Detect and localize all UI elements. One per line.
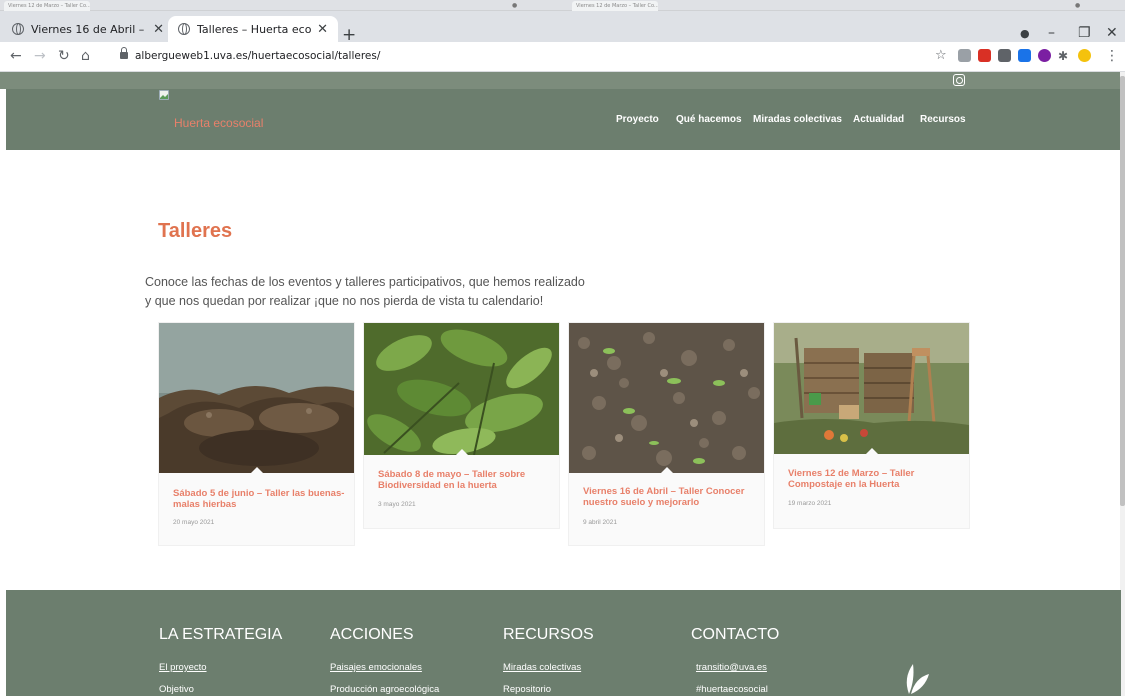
reload-icon[interactable]: ↻ (58, 48, 70, 64)
instagram-icon[interactable] (953, 74, 965, 86)
puzzle-icon[interactable]: ✱ (1058, 49, 1068, 63)
post-card[interactable]: Viernes 12 de Marzo – Taller Compostaje … (774, 323, 969, 528)
address-bar[interactable]: albergueweb1.uva.es/huertaecosocial/tall… (104, 46, 920, 68)
post-title-link[interactable]: Viernes 16 de Abril – Taller Conocer nue… (583, 486, 758, 508)
footer-hashtag: #huertaecosocial (696, 684, 768, 695)
footer-heading: RECURSOS (503, 626, 594, 643)
post-date: 20 mayo 2021 (173, 519, 215, 526)
card-notch (251, 467, 263, 473)
background-window-strip: Viernes 12 de Marzo – Taller Co... Viern… (0, 0, 1125, 11)
post-date: 3 mayo 2021 (378, 501, 416, 508)
nav-item-que-hacemos[interactable]: Qué hacemos (676, 114, 742, 125)
site-brand-link[interactable]: Huerta ecosocial (174, 116, 263, 130)
seedlings-photo[interactable] (569, 323, 764, 473)
footer-heading: CONTACTO (691, 626, 780, 643)
home-icon[interactable]: ⌂ (81, 48, 90, 64)
globe-icon (12, 23, 24, 35)
card-notch (661, 467, 673, 473)
globe-icon (178, 23, 190, 35)
site-top-strip (0, 72, 1125, 89)
site-footer: LA ESTRATEGIA El proyecto Objetivo ACCIO… (6, 590, 1121, 696)
lock-icon (120, 47, 128, 59)
nettle-leaves-photo[interactable] (364, 323, 559, 455)
intro-text: y que nos quedan por realizar ¡que no no… (145, 294, 544, 308)
tab-title: Viernes 16 de Abril – Taller Conoc (31, 22, 147, 36)
footer-link[interactable]: Miradas colectivas (503, 662, 581, 673)
forward-arrow-icon[interactable]: → (34, 48, 46, 64)
post-title-link[interactable]: Sábado 5 de junio – Taller las buenas-ma… (173, 488, 348, 510)
close-window-button[interactable]: ✕ (1106, 25, 1118, 41)
extension-icon[interactable] (1018, 49, 1031, 62)
nav-item-proyecto[interactable]: Proyecto (616, 114, 659, 125)
close-tab-icon[interactable]: ✕ (153, 22, 164, 37)
profile-icon[interactable]: ● (1020, 27, 1030, 40)
background-tab[interactable]: Viernes 12 de Marzo – Taller Co... (4, 1, 90, 11)
footer-link[interactable]: Paisajes emocionales (330, 662, 422, 673)
post-title-link[interactable]: Viernes 12 de Marzo – Taller Compostaje … (788, 468, 963, 490)
avatar-icon[interactable] (1078, 49, 1091, 62)
post-card[interactable]: Viernes 16 de Abril – Taller Conocer nue… (569, 323, 764, 545)
extension-icon[interactable] (1038, 49, 1051, 62)
footer-heading: ACCIONES (330, 626, 414, 643)
back-arrow-icon[interactable]: ← (10, 48, 22, 64)
restore-button[interactable]: ❐ (1078, 25, 1091, 41)
browser-tab[interactable]: Viernes 16 de Abril – Taller Conoc ✕ (2, 16, 174, 42)
menu-kebab-icon[interactable]: ⋮ (1105, 48, 1119, 64)
url-text: albergueweb1.uva.es/huertaecosocial/tall… (135, 50, 381, 62)
extension-icon[interactable] (958, 49, 971, 62)
footer-link[interactable]: Repositorio (503, 684, 551, 695)
browser-tab-bar: Viernes 16 de Abril – Taller Conoc ✕ Tal… (0, 11, 1125, 45)
post-card[interactable]: Sábado 5 de junio – Taller las buenas-ma… (159, 323, 354, 545)
scrollbar-thumb[interactable] (1120, 76, 1125, 506)
extension-icon[interactable] (998, 49, 1011, 62)
footer-link[interactable]: Producción agroecológica (330, 684, 439, 695)
leaf-logo-icon (906, 664, 929, 694)
page-title: Talleres (158, 220, 233, 242)
nav-item-actualidad[interactable]: Actualidad (853, 114, 904, 125)
footer-link[interactable]: El proyecto (159, 662, 207, 673)
post-title-link[interactable]: Sábado 8 de mayo – Taller sobre Biodiver… (378, 469, 553, 491)
card-notch (456, 449, 468, 455)
site-header: Huerta ecosocial Proyecto Qué hacemos Mi… (6, 89, 1121, 150)
intro-text: Conoce las fechas de los eventos y talle… (145, 275, 585, 289)
background-tab[interactable]: Viernes 12 de Marzo – Taller Co... (572, 1, 658, 11)
background-profile-icon: ● (1075, 2, 1081, 9)
browser-tab-active[interactable]: Talleres – Huerta ecosocial ✕ (168, 16, 338, 42)
card-notch (866, 448, 878, 454)
broken-image-icon (159, 90, 169, 100)
nav-item-miradas-colectivas[interactable]: Miradas colectivas (753, 114, 842, 125)
soil-closeup-photo[interactable] (159, 323, 354, 473)
browser-toolbar: ← → ↻ ⌂ albergueweb1.uva.es/huertaecosoc… (0, 42, 1125, 72)
footer-heading: LA ESTRATEGIA (159, 626, 283, 643)
background-profile-icon: ● (512, 2, 518, 9)
nav-item-recursos[interactable]: Recursos (920, 114, 966, 125)
pdf-extension-icon[interactable] (978, 49, 991, 62)
minimize-button[interactable]: – (1048, 25, 1055, 41)
close-tab-icon[interactable]: ✕ (317, 22, 328, 37)
post-date: 19 marzo 2021 (788, 500, 832, 507)
compost-bins-photo[interactable] (774, 323, 969, 454)
bookmark-star-icon[interactable]: ☆ (935, 48, 947, 63)
tab-title: Talleres – Huerta ecosocial (197, 22, 312, 36)
post-card[interactable]: Sábado 8 de mayo – Taller sobre Biodiver… (364, 323, 559, 528)
footer-link[interactable]: Objetivo (159, 684, 194, 695)
footer-email-link[interactable]: transitio@uva.es (696, 662, 767, 673)
post-date: 9 abril 2021 (583, 519, 617, 526)
